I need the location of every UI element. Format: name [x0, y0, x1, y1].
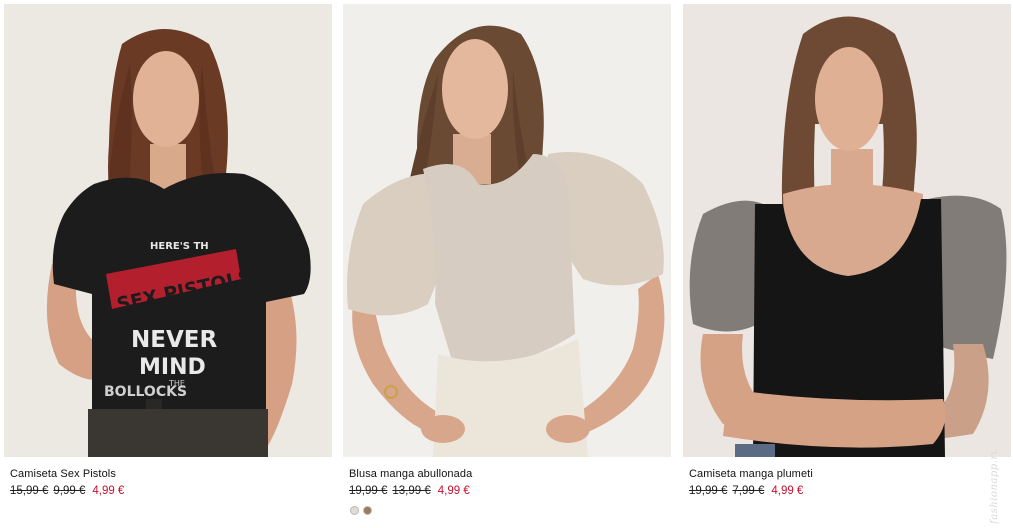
previous-price: 13,99 € [392, 485, 431, 497]
product-image[interactable] [343, 4, 671, 457]
model-photo-blouse [343, 4, 671, 457]
sale-price: 4,99 € [437, 485, 470, 497]
color-swatch-brown[interactable] [363, 506, 372, 515]
product-name[interactable]: Camiseta Sex Pistols [10, 467, 332, 481]
print-text: BOLLOCKS [104, 384, 187, 400]
color-swatch-light[interactable] [350, 506, 359, 515]
sale-price: 4,99 € [92, 485, 125, 497]
product-info: Camiseta manga plumeti 19,99 € 7,99 € 4,99… [683, 457, 1011, 499]
watermark-text: fashionapp.ru [989, 450, 1000, 524]
product-grid: HERE'S TH SEX PISTOLS NEVER MIND THE BOL… [0, 0, 1013, 528]
price-row: 15,99 € 9,99 € 4,99 € [10, 484, 332, 499]
product-info: Blusa manga abullonada 19,99 € 13,99 € 4,9… [343, 457, 671, 515]
color-swatches [349, 506, 671, 515]
print-text: NEVER [131, 327, 217, 353]
model-photo-tshirt: HERE'S TH SEX PISTOLS NEVER MIND THE BOL… [4, 4, 332, 457]
product-card[interactable]: Camiseta manga plumeti 19,99 € 7,99 € 4,99… [683, 4, 1011, 499]
product-info: Camiseta Sex Pistols 15,99 € 9,99 € 4,99 € [4, 457, 332, 499]
sale-price: 4,99 € [771, 485, 804, 497]
original-price: 19,99 € [689, 485, 728, 497]
product-name[interactable]: Blusa manga abullonada [349, 467, 671, 481]
print-text: MIND [139, 355, 206, 380]
product-name[interactable]: Camiseta manga plumeti [689, 467, 1011, 481]
product-card[interactable]: Blusa manga abullonada 19,99 € 13,99 € 4,9… [343, 4, 671, 515]
print-text: HERE'S TH [150, 241, 209, 252]
product-image[interactable] [683, 4, 1011, 457]
price-row: 19,99 € 13,99 € 4,99 € [349, 484, 671, 499]
product-card[interactable]: HERE'S TH SEX PISTOLS NEVER MIND THE BOL… [4, 4, 332, 499]
original-price: 15,99 € [10, 485, 49, 497]
previous-price: 7,99 € [732, 485, 765, 497]
price-row: 19,99 € 7,99 € 4,99 € [689, 484, 1011, 499]
original-price: 19,99 € [349, 485, 388, 497]
previous-price: 9,99 € [53, 485, 86, 497]
model-photo-plumeti [683, 4, 1011, 457]
product-image[interactable]: HERE'S TH SEX PISTOLS NEVER MIND THE BOL… [4, 4, 332, 457]
